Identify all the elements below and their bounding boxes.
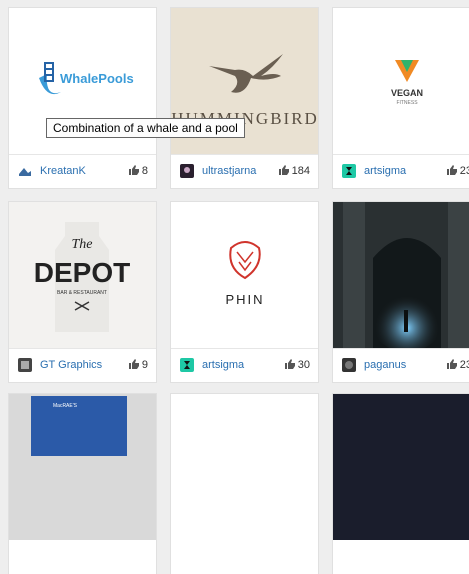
svg-text:FITNESS: FITNESS [396, 100, 418, 106]
design-card[interactable]: VEGAN FITNESS artsigma 23 [333, 8, 469, 188]
like-count[interactable]: 184 [278, 165, 310, 177]
like-count[interactable]: 30 [284, 359, 310, 371]
design-card[interactable]: WhalePools KreatanK 8 [9, 8, 156, 188]
design-thumbnail[interactable]: VEGAN FITNESS [333, 8, 469, 154]
avatar[interactable] [342, 164, 356, 178]
svg-text:The: The [72, 237, 93, 252]
svg-text:VEGAN: VEGAN [391, 88, 423, 98]
depot-logo: The DEPOT BAR & RESTAURANT [34, 222, 130, 332]
avatar[interactable] [180, 358, 194, 372]
design-thumbnail[interactable] [333, 202, 469, 348]
thumbs-up-icon [446, 165, 457, 175]
like-count[interactable]: 8 [128, 165, 148, 177]
design-card[interactable] [333, 394, 469, 574]
like-count[interactable]: 23 [446, 359, 469, 371]
card-footer: artsigma 30 [171, 348, 318, 383]
card-footer: GT Graphics 9 [9, 348, 156, 383]
avatar[interactable] [180, 164, 194, 178]
author-link[interactable]: artsigma [364, 165, 406, 177]
thumbs-up-icon [128, 359, 139, 369]
tooltip: Combination of a whale and a pool [46, 118, 245, 138]
design-thumbnail[interactable]: PHIN [171, 202, 318, 348]
svg-text:BAR & RESTAURANT: BAR & RESTAURANT [57, 290, 107, 296]
author-link[interactable]: GT Graphics [40, 359, 102, 371]
svg-text:DEPOT: DEPOT [34, 257, 130, 288]
author-link[interactable]: artsigma [202, 359, 244, 371]
author-link[interactable]: KreatanK [40, 165, 86, 177]
thumbs-up-icon [278, 165, 289, 175]
svg-text:MacRAE'S: MacRAE'S [53, 403, 78, 409]
avatar[interactable] [18, 164, 32, 178]
svg-text:WhalePools: WhalePools [60, 71, 134, 86]
svg-text:PHIN: PHIN [225, 292, 264, 307]
vegan-fitness-logo: VEGAN FITNESS [391, 60, 423, 106]
card-footer: KreatanK 8 [9, 154, 156, 189]
card-footer: artsigma 23 [333, 154, 469, 189]
design-card[interactable]: paganus 23 [333, 202, 469, 382]
card-footer: ultrastjarna 184 [171, 154, 318, 189]
card-footer: paganus 23 [333, 348, 469, 383]
design-card[interactable] [171, 394, 318, 574]
thumbs-up-icon [446, 359, 457, 369]
author-link[interactable]: paganus [364, 359, 406, 371]
phin-logo: PHIN [225, 241, 264, 307]
design-card[interactable]: MacRAE'S [9, 394, 156, 574]
design-card[interactable]: PHIN artsigma 30 [171, 202, 318, 382]
thumbs-up-icon [128, 165, 139, 175]
design-card[interactable]: The DEPOT BAR & RESTAURANT GT Graphics 9 [9, 202, 156, 382]
avatar[interactable] [18, 358, 32, 372]
design-card[interactable]: HUMMINGBIRD ultrastjarna 184 [171, 8, 318, 188]
like-count[interactable]: 23 [446, 165, 469, 177]
avatar[interactable] [342, 358, 356, 372]
thumbs-up-icon [284, 359, 295, 369]
fantasy-gate-artwork [333, 202, 469, 348]
author-link[interactable]: ultrastjarna [202, 165, 256, 177]
design-thumbnail[interactable]: The DEPOT BAR & RESTAURANT [9, 202, 156, 348]
like-count[interactable]: 9 [128, 359, 148, 371]
